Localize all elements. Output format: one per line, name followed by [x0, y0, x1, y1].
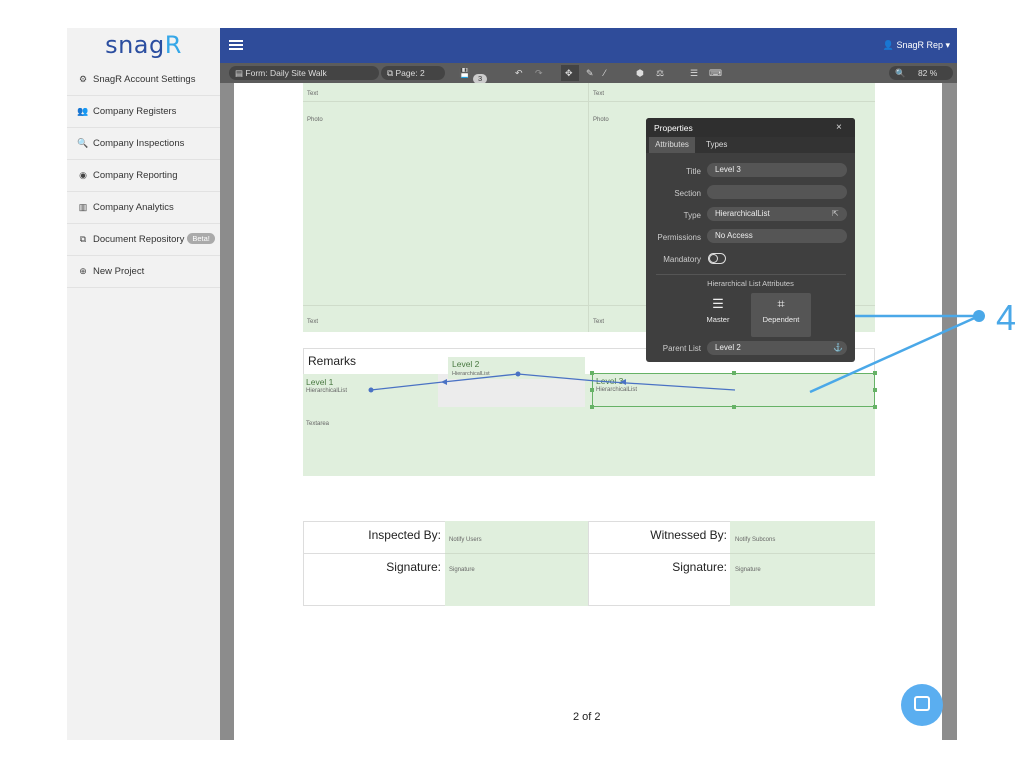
list-icon: ☰: [712, 296, 724, 311]
permissions-label: Permissions: [657, 233, 701, 242]
table-divider: [445, 553, 588, 554]
inspected-by-label: Inspected By:: [368, 528, 441, 542]
table-divider: [730, 553, 875, 554]
toggle-knob: [709, 254, 718, 263]
signature-label: Signature:: [672, 560, 727, 574]
link-point: [368, 387, 374, 393]
signature-label: Signature:: [386, 560, 441, 574]
permissions-select[interactable]: No Access: [707, 229, 847, 243]
signature-field-label: Signature: [735, 567, 761, 573]
type-value: HierarchicalList: [715, 209, 770, 218]
divider: [656, 274, 846, 275]
external-link-icon[interactable]: ⇱: [832, 209, 839, 218]
notify-users-label: Notify Users: [449, 537, 482, 543]
mandatory-label: Mandatory: [663, 255, 701, 264]
section-label: Section: [674, 189, 701, 198]
hl-attributes-heading: Hierarchical List Attributes: [707, 279, 794, 288]
hierarchy-link-arrows: [370, 373, 736, 391]
dependent-label: Dependent: [762, 315, 800, 324]
arrowhead: [441, 379, 447, 385]
master-button[interactable]: ☰ Master: [688, 293, 748, 337]
master-label: Master: [706, 315, 730, 324]
type-label: Type: [683, 211, 701, 220]
notify-users-field[interactable]: [445, 521, 588, 606]
arrowhead: [620, 379, 626, 385]
overlay-lines: [368, 310, 985, 409]
callout-dot: [973, 310, 985, 322]
signature-field-label: Signature: [449, 567, 475, 573]
page-number: 2 of 2: [573, 711, 601, 723]
dependent-tree-icon: ⌗: [777, 296, 785, 311]
callout-number: 4: [996, 297, 1017, 338]
title-label: Title: [686, 167, 701, 176]
mandatory-toggle[interactable]: [708, 253, 726, 264]
tab-types[interactable]: Types: [706, 137, 727, 153]
link-point: [515, 371, 521, 377]
chat-icon: [914, 696, 930, 711]
chat-launcher-button[interactable]: [901, 684, 943, 726]
witnessed-by-label: Witnessed By:: [650, 528, 727, 542]
notify-subcons-field[interactable]: [730, 521, 875, 606]
properties-title: Properties: [654, 123, 693, 133]
dependent-button[interactable]: ⌗ Dependent: [751, 293, 811, 337]
close-icon[interactable]: ×: [836, 122, 842, 133]
parent-list-label: Parent List: [662, 344, 701, 353]
tab-attributes[interactable]: Attributes: [649, 137, 695, 153]
section-input[interactable]: [707, 185, 847, 199]
type-input[interactable]: HierarchicalList: [707, 207, 847, 221]
notify-subcons-label: Notify Subcons: [735, 537, 776, 543]
properties-panel: Properties × Attributes Types Title Leve…: [646, 118, 855, 362]
parent-list-select[interactable]: Level 2: [707, 341, 847, 355]
anchor-icon[interactable]: ⚓: [833, 343, 843, 352]
title-input[interactable]: Level 3: [707, 163, 847, 177]
